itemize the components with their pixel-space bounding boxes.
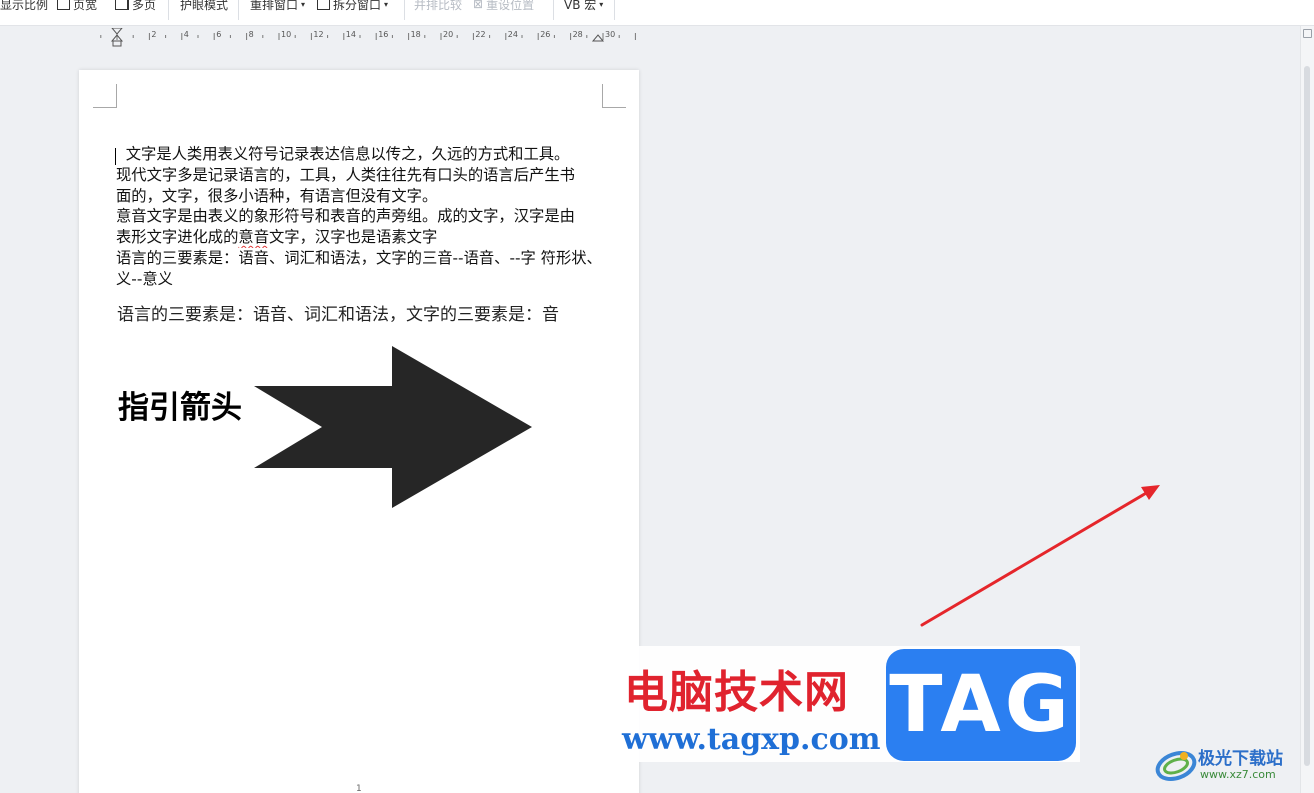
- reset-position-icon: ⊠: [473, 0, 484, 11]
- margin-corner-top-right: [602, 84, 626, 108]
- tag-logo-text: TAG: [889, 660, 1073, 750]
- scroll-top-button[interactable]: [1303, 29, 1312, 38]
- eye-protection-label: 护眼模式: [180, 0, 229, 12]
- display-ratio-button[interactable]: 显示比例: [0, 0, 48, 14]
- chevron-down-icon: ▾: [384, 0, 389, 9]
- text-line-2: 现代文字多是记录语言的，工具，人类往往先有口头的语言后产生书: [116, 165, 575, 184]
- watermark-site-name: 电脑技术网: [624, 667, 849, 718]
- serif-text-line: 语言的三要素是：语音、词汇和语法，文字的三要素是：音: [117, 305, 559, 325]
- spelling-error-word[interactable]: 意音: [238, 228, 269, 246]
- document-page[interactable]: 文字是人类用表义符号记录表达信息以传之，久远的方式和工具。 现代文字多是记录语言…: [79, 70, 639, 793]
- ruler-tick-label: 26: [540, 30, 550, 39]
- rearrange-window-label: 重排窗口: [250, 0, 299, 12]
- text-segment: 表形文字进化成的: [116, 228, 239, 247]
- scrollbar-thumb[interactable]: [1304, 66, 1310, 766]
- chevron-down-icon: ▾: [301, 0, 306, 9]
- arrow-shape-fill: [254, 346, 532, 508]
- eye-protection-button[interactable]: 护眼模式: [180, 0, 228, 14]
- ruler-tick-label: 2: [151, 30, 156, 39]
- ruler-tick-label: 16: [378, 30, 388, 39]
- multi-page-label: 多页: [132, 0, 157, 12]
- horizontal-ruler[interactable]: 2468101214161820222426283032: [88, 28, 638, 48]
- rearrange-window-button[interactable]: 重排窗口 ▾: [250, 0, 305, 14]
- multi-page-icon: [115, 0, 129, 10]
- ruler-tick-label: 6: [216, 30, 221, 39]
- ruler-tick-label: 28: [573, 30, 583, 39]
- ruler-tick-label: 10: [281, 30, 291, 39]
- toolbar-divider: [553, 0, 554, 20]
- text-segment: 文字，汉字也是语素文字: [269, 228, 438, 247]
- side-by-side-label: 并排比较: [414, 0, 463, 12]
- ruler-tick-label: 30: [605, 30, 615, 39]
- split-window-label: 拆分窗口: [333, 0, 382, 12]
- toolbar-divider: [168, 0, 169, 20]
- page-width-button[interactable]: 页宽: [57, 0, 97, 14]
- vb-macro-label: VB 宏: [564, 0, 597, 12]
- reset-position-label: 重设位置: [486, 0, 535, 12]
- ruler-scale: 2468101214161820222426283032: [100, 28, 638, 47]
- view-toolbar: 显示比例 页宽 多页 护眼模式 重排窗口 ▾ 拆分窗口 ▾ 并排比较 ⊠ 重设位…: [0, 0, 1314, 26]
- ruler-tick-label: 22: [475, 30, 485, 39]
- corner-site-logo: 极光下载站 www.xz7.com: [1152, 740, 1308, 790]
- vertical-scrollbar[interactable]: [1300, 26, 1314, 793]
- swirl-logo-icon: [1155, 750, 1197, 782]
- document-body[interactable]: 文字是人类用表义符号记录表达信息以传之，久远的方式和工具。 现代文字多是记录语言…: [116, 144, 608, 290]
- chevron-down-icon: ▾: [599, 0, 604, 9]
- margin-corner-top-left: [93, 84, 117, 108]
- ruler-tick-label: 18: [411, 30, 421, 39]
- split-window-button[interactable]: 拆分窗口 ▾: [317, 0, 388, 14]
- toolbar-divider: [614, 0, 615, 20]
- annotation-arrow-head: [1141, 485, 1160, 500]
- text-line-4: 意音文字是由表义的象形符号和表音的声旁组。成的文字，汉字是由: [116, 207, 575, 226]
- text-line: 文字是人类用表义符号记录表达信息以传之，久远的方式和工具。: [116, 144, 608, 165]
- page-width-icon: [57, 0, 70, 10]
- multi-page-button[interactable]: 多页: [115, 0, 156, 14]
- toolbar-divider: [238, 0, 239, 20]
- reset-position-button[interactable]: ⊠ 重设位置: [473, 0, 534, 14]
- toolbar-divider: [404, 0, 405, 20]
- tag-logo: TAG: [886, 649, 1076, 761]
- site-watermark: 电脑技术网 www.tagxp.com TAG: [610, 646, 1080, 762]
- text-line-5: 表形文字进化成的意音文字，汉字也是语素文字: [116, 227, 608, 248]
- arrow-heading: 指引箭头: [118, 390, 242, 426]
- right-indent-marker[interactable]: [591, 34, 605, 42]
- corner-logo-name: 极光下载站: [1198, 749, 1283, 769]
- ruler-tick-label: 14: [346, 30, 356, 39]
- split-window-icon: [317, 0, 330, 10]
- ruler-tick-label: 20: [443, 30, 453, 39]
- side-by-side-button[interactable]: 并排比较: [414, 0, 462, 14]
- annotation-arrow-shaft: [920, 490, 1150, 627]
- text-line-6: 语言的三要素是：语音、词汇和语法，文字的三音--语音、--字 符形状、: [116, 248, 602, 267]
- ruler-tick-label: 4: [184, 30, 189, 39]
- page-number: 1: [356, 784, 362, 793]
- ruler-tick-label: 12: [313, 30, 323, 39]
- page-width-label: 页宽: [73, 0, 98, 12]
- corner-logo-url: www.xz7.com: [1200, 768, 1276, 781]
- ruler-tick-label: 24: [508, 30, 518, 39]
- text-line-3: 面的，文字，很多小语种，有语言但没有文字。: [116, 186, 438, 205]
- text-line-7: 义--意义: [116, 269, 173, 288]
- watermark-url: www.tagxp.com: [622, 722, 881, 757]
- text-line-1: 文字是人类用表义符号记录表达信息以传之，久远的方式和工具。: [125, 145, 570, 163]
- display-ratio-label: 显示比例: [0, 0, 49, 12]
- ruler-tick-label: 32: [637, 30, 638, 39]
- right-arrow-shape[interactable]: [254, 346, 534, 511]
- ruler-tick-label: 8: [249, 30, 254, 39]
- vb-macro-button[interactable]: VB 宏 ▾: [564, 0, 603, 14]
